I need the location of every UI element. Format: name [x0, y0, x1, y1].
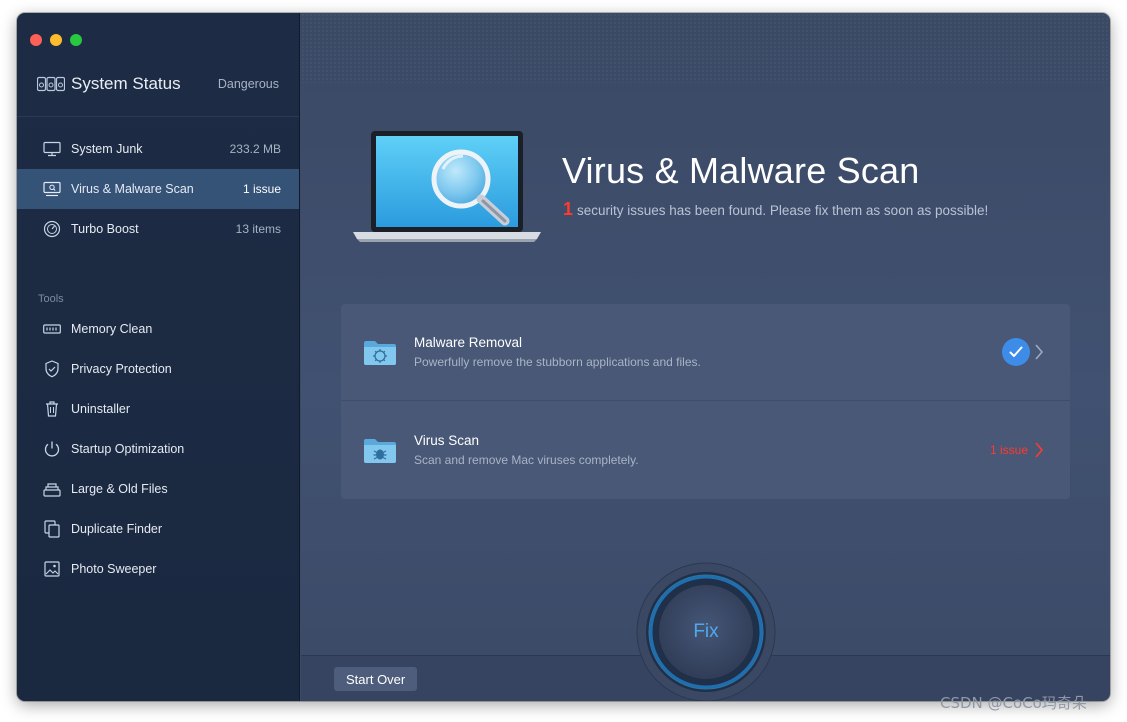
- sidebar-item-system-junk[interactable]: System Junk 233.2 MB: [17, 129, 299, 169]
- results-panel: Malware Removal Powerfully remove the st…: [341, 304, 1070, 499]
- subtitle-text: security issues has been found. Please f…: [577, 203, 989, 218]
- sidebar-item-label: Turbo Boost: [71, 222, 139, 236]
- sidebar-item-value: 1 issue: [242, 182, 281, 196]
- close-button[interactable]: [30, 34, 42, 46]
- memory-chip-icon: [43, 320, 61, 338]
- page-title: Virus & Malware Scan: [562, 150, 920, 191]
- sidebar-item-duplicate-finder[interactable]: Duplicate Finder: [17, 509, 299, 549]
- sidebar-item-label: Privacy Protection: [71, 362, 172, 376]
- app-window: System Status Dangerous System Junk 233.…: [17, 13, 1110, 701]
- fix-button[interactable]: Fix: [659, 585, 753, 679]
- power-icon: [43, 440, 61, 458]
- sidebar-item-photo-sweeper[interactable]: Photo Sweeper: [17, 549, 299, 589]
- laptop-magnifier-illustration: [353, 131, 541, 242]
- window-controls: [30, 34, 82, 46]
- folder-virus-icon: [364, 341, 396, 365]
- page-subtitle: 1 security issues has been found. Please …: [563, 199, 988, 220]
- row-title: Virus Scan: [414, 432, 480, 448]
- minimize-button[interactable]: [50, 34, 62, 46]
- issue-count: 1: [563, 199, 574, 219]
- monitor-icon: [43, 140, 61, 158]
- main-panel: Virus & Malware Scan 1 security issues ha…: [301, 13, 1110, 701]
- sidebar-item-label: Duplicate Finder: [71, 522, 163, 536]
- checkmark-icon: [1002, 338, 1030, 366]
- sidebar-item-large-old-files[interactable]: Large & Old Files: [17, 469, 299, 509]
- system-status-title: System Status: [71, 74, 181, 93]
- sidebar-item-label: Large & Old Files: [71, 482, 168, 496]
- row-description: Scan and remove Mac viruses completely.: [414, 452, 639, 467]
- duplicate-icon: [43, 520, 61, 538]
- result-row-virus-scan[interactable]: Virus Scan Scan and remove Mac viruses c…: [341, 401, 1070, 498]
- row-description: Powerfully remove the stubborn applicati…: [414, 355, 701, 369]
- sidebar-item-label: Uninstaller: [71, 402, 131, 416]
- file-stack-icon: [43, 480, 61, 498]
- row-title: Malware Removal: [414, 335, 523, 350]
- chevron-right-icon[interactable]: [1034, 343, 1044, 361]
- result-row-malware-removal[interactable]: Malware Removal Powerfully remove the st…: [341, 304, 1070, 401]
- issue-label: 1 issue: [989, 442, 1028, 457]
- tools-heading: Tools: [38, 293, 64, 305]
- start-over-button[interactable]: Start Over: [334, 667, 418, 691]
- sidebar-item-memory-clean[interactable]: Memory Clean: [17, 309, 299, 349]
- gauge-icon: [43, 220, 61, 238]
- watermark: CSDN @CoCo玛奇朵: [940, 694, 1087, 712]
- sidebar-item-label: System Junk: [71, 142, 143, 156]
- sidebar-item-turbo-boost[interactable]: Turbo Boost 13 items: [17, 209, 299, 249]
- trash-icon: [43, 400, 61, 418]
- shield-icon: [43, 360, 61, 378]
- sidebar-divider: [17, 116, 299, 117]
- sidebar-nav: System Junk 233.2 MB Virus & Malware Sca…: [17, 129, 299, 249]
- row-status: 1 issue: [990, 441, 1044, 459]
- sidebar-item-label: Memory Clean: [71, 322, 153, 336]
- system-status-row[interactable]: System Status Dangerous: [37, 73, 279, 95]
- chevron-right-icon[interactable]: [1034, 441, 1044, 459]
- sidebar-item-value: 233.2 MB: [229, 142, 281, 156]
- sidebar-item-label: Photo Sweeper: [71, 562, 157, 576]
- sidebar-item-label: Virus & Malware Scan: [71, 182, 194, 196]
- row-status: [1002, 338, 1044, 366]
- sidebar-item-value: 13 items: [235, 222, 281, 236]
- system-status-value: Dangerous: [217, 77, 279, 91]
- sidebar-item-startup-optimization[interactable]: Startup Optimization: [17, 429, 299, 469]
- sidebar: System Status Dangerous System Junk 233.…: [17, 13, 300, 701]
- sidebar-item-label: Startup Optimization: [71, 442, 185, 456]
- sidebar-item-privacy-protection[interactable]: Privacy Protection: [17, 349, 299, 389]
- tools-list: Memory Clean Privacy Protection Uninstal…: [17, 309, 299, 589]
- scan-monitor-icon: [43, 180, 61, 198]
- sidebar-item-virus-malware-scan[interactable]: Virus & Malware Scan 1 issue: [17, 169, 299, 209]
- zoom-button[interactable]: [70, 34, 82, 46]
- system-status-icon: [37, 76, 65, 92]
- sidebar-item-uninstaller[interactable]: Uninstaller: [17, 389, 299, 429]
- folder-bug-icon: [364, 438, 396, 463]
- photo-icon: [43, 560, 61, 578]
